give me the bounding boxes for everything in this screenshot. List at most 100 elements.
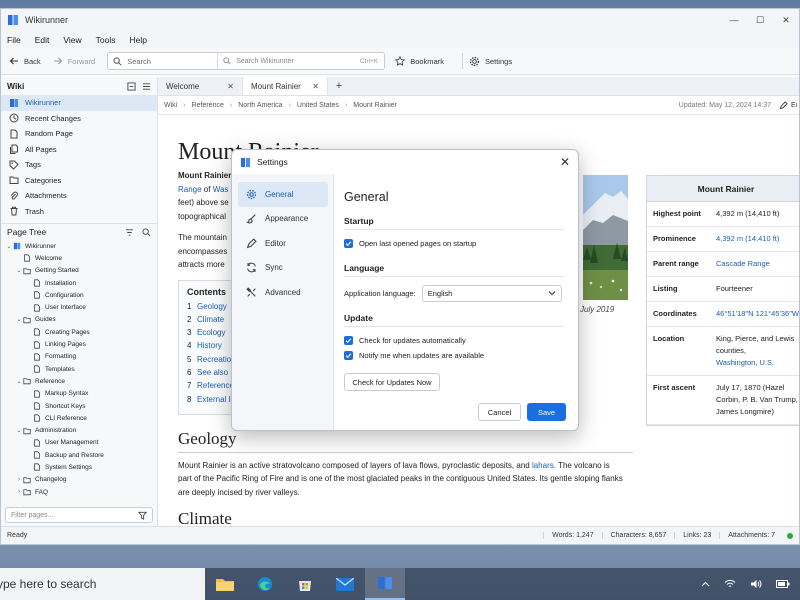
filter-pages-input[interactable]: Filter pages... — [5, 507, 153, 523]
toc-item-recreation[interactable]: 5 Recreation — [187, 355, 235, 368]
tree-item-welcome[interactable]: Welcome — [1, 252, 157, 264]
check-updates-button[interactable]: Check for Updates Now — [344, 373, 440, 391]
tree-item-changelog[interactable]: › Changelog — [1, 474, 157, 486]
chevron-up-icon[interactable] — [701, 581, 710, 587]
sidebar-item-random-page[interactable]: Random Page — [1, 126, 157, 142]
sidebar-menu-icon[interactable] — [142, 82, 151, 91]
tree-item-cli-reference[interactable]: CLI Reference — [1, 412, 157, 424]
tree-item-markup-syntax[interactable]: Markup Syntax — [1, 388, 157, 400]
forward-button[interactable]: Forward — [53, 56, 95, 66]
bookmark-button[interactable]: Bookmark — [395, 56, 444, 66]
link-range[interactable]: Range — [178, 185, 202, 194]
settings-nav-editor[interactable]: Editor — [238, 231, 328, 256]
tree-item-configuration[interactable]: Configuration — [1, 289, 157, 301]
tree-item-shortcut-keys[interactable]: Shortcut Keys — [1, 400, 157, 412]
toc-item-ecology[interactable]: 3 Ecology — [187, 328, 235, 341]
collapse-panel-icon[interactable] — [127, 81, 136, 91]
tab-welcome[interactable]: Welcome ✕ — [158, 77, 243, 95]
infobox-link[interactable]: Cascade Range — [716, 259, 770, 268]
tree-item-templates[interactable]: Templates — [1, 363, 157, 375]
tree-item-administration[interactable]: ⌄ Administration — [1, 424, 157, 436]
sidebar-item-trash[interactable]: Trash — [1, 204, 157, 220]
tree-item-getting-started[interactable]: ⌄ Getting Started — [1, 265, 157, 277]
sidebar-item-wikirunner[interactable]: Wikirunner — [1, 95, 157, 111]
chevron-icon[interactable]: › — [15, 489, 23, 495]
settings-nav-general[interactable]: General — [238, 182, 328, 207]
infobox-link[interactable]: 4,392 m (14,410 ft) — [716, 234, 779, 243]
battery-icon[interactable] — [776, 580, 790, 588]
menu-view[interactable]: View — [63, 35, 81, 45]
new-tab-button[interactable]: + — [328, 77, 350, 95]
breadcrumb-north-america[interactable]: North America — [238, 102, 282, 109]
settings-nav-appearance[interactable]: Appearance — [238, 207, 328, 232]
toc-item-references[interactable]: 7 References — [187, 381, 235, 394]
chevron-icon[interactable]: ⌄ — [15, 267, 23, 274]
infobox-link[interactable]: 46°51′18″N 121°45′36″W — [716, 309, 799, 318]
tab-mount-rainier[interactable]: Mount Rainier ✕ — [243, 77, 328, 95]
sidebar-item-categories[interactable]: Categories — [1, 173, 157, 189]
save-button[interactable]: Save — [527, 403, 566, 421]
tree-item-installation[interactable]: Installation — [1, 277, 157, 289]
menu-tools[interactable]: Tools — [96, 35, 116, 45]
maximize-button[interactable]: ☐ — [747, 9, 773, 31]
breadcrumb-united-states[interactable]: United States — [297, 102, 339, 109]
menu-file[interactable]: File — [7, 35, 21, 45]
tree-item-faq[interactable]: › FAQ — [1, 486, 157, 498]
auto-update-checkbox[interactable]: Check for updates automatically — [344, 333, 564, 348]
search-input[interactable]: Search Search Wikirunner Ctrl+K — [107, 52, 386, 70]
wikirunner-taskbar-icon[interactable] — [365, 568, 405, 600]
tree-item-wikirunner[interactable]: ⌄ Wikirunner — [1, 240, 157, 252]
tree-item-formatting[interactable]: Formatting — [1, 351, 157, 363]
chevron-icon[interactable]: ⌄ — [15, 427, 23, 434]
settings-nav-advanced[interactable]: Advanced — [238, 280, 328, 305]
file-explorer-taskbar-icon[interactable] — [205, 568, 245, 600]
network-icon[interactable] — [724, 579, 736, 589]
tree-item-reference[interactable]: ⌄ Reference — [1, 375, 157, 387]
toc-item-history[interactable]: 4 History — [187, 341, 235, 354]
toc-item-geology[interactable]: 1 Geology — [187, 302, 235, 315]
toc-item-external-links[interactable]: 8External links — [187, 395, 235, 408]
tree-item-guides[interactable]: ⌄ Guides — [1, 314, 157, 326]
close-window-button[interactable]: ✕ — [773, 9, 799, 31]
menu-help[interactable]: Help — [129, 35, 146, 45]
link-washington[interactable]: Was — [213, 185, 229, 194]
taskbar-search[interactable]: ype here to search — [0, 568, 205, 600]
settings-button[interactable]: Settings — [469, 56, 512, 67]
chevron-icon[interactable]: ⌄ — [5, 243, 13, 250]
tree-item-creating-pages[interactable]: Creating Pages — [1, 326, 157, 338]
toc-item-see-also[interactable]: 6 See also — [187, 368, 235, 381]
infobox-link[interactable]: Washington, U.S. — [716, 358, 774, 367]
sidebar-item-tags[interactable]: Tags — [1, 157, 157, 173]
close-tab-icon[interactable]: ✕ — [227, 82, 234, 91]
tree-item-system-settings[interactable]: System Settings — [1, 461, 157, 473]
close-tab-icon[interactable]: ✕ — [312, 82, 319, 91]
chevron-icon[interactable]: ⌄ — [15, 378, 23, 385]
store-taskbar-icon[interactable] — [285, 568, 325, 600]
sidebar-item-all-pages[interactable]: All Pages — [1, 142, 157, 158]
open-last-pages-checkbox[interactable]: Open last opened pages on startup — [344, 236, 564, 251]
filter-icon[interactable] — [138, 511, 147, 520]
chevron-icon[interactable]: ⌄ — [15, 316, 23, 323]
notify-updates-checkbox[interactable]: Notify me when updates are available — [344, 348, 564, 363]
tree-item-backup-and-restore[interactable]: Backup and Restore — [1, 449, 157, 461]
edge-browser-taskbar-icon[interactable] — [245, 568, 285, 600]
tree-item-user-management[interactable]: User Management — [1, 437, 157, 449]
toc-item-climate[interactable]: 2 Climate — [187, 315, 235, 328]
edit-button[interactable]: Edit — [779, 100, 797, 110]
tree-item-linking-pages[interactable]: Linking Pages — [1, 338, 157, 350]
menu-edit[interactable]: Edit — [35, 35, 50, 45]
breadcrumb-wiki[interactable]: Wiki — [164, 102, 177, 109]
chevron-icon[interactable]: › — [15, 477, 23, 483]
volume-icon[interactable] — [750, 579, 762, 589]
mail-taskbar-icon[interactable] — [325, 568, 365, 600]
back-button[interactable]: Back — [9, 56, 41, 66]
search-icon[interactable] — [142, 227, 151, 237]
minimize-button[interactable]: — — [721, 9, 747, 31]
sidebar-item-attachments[interactable]: Attachments — [1, 188, 157, 204]
settings-nav-sync[interactable]: Sync — [238, 256, 328, 281]
cancel-button[interactable]: Cancel — [478, 403, 521, 421]
sidebar-item-recent-changes[interactable]: Recent Changes — [1, 111, 157, 127]
tree-item-user-interface[interactable]: User Interface — [1, 301, 157, 313]
sort-icon[interactable] — [125, 228, 134, 237]
link-lahars[interactable]: lahars — [532, 461, 554, 470]
